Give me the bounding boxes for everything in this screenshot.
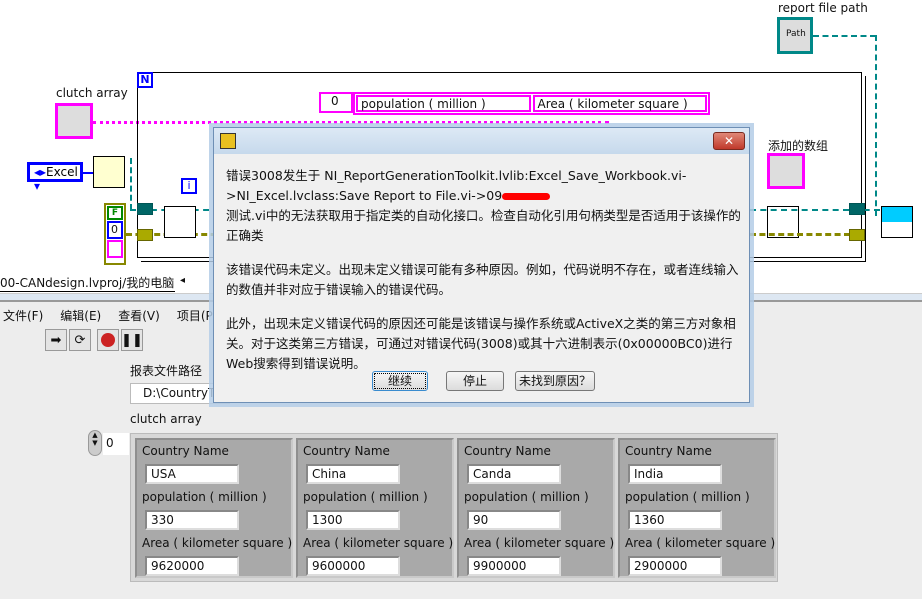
country-name-label: Country Name [464, 444, 551, 458]
wire [813, 35, 876, 37]
close-icon[interactable]: ✕ [713, 132, 745, 150]
not-found-button[interactable]: 未找到原因？ [515, 371, 595, 391]
bool-constant[interactable]: F [107, 206, 123, 220]
population-label: population ( million ) [625, 490, 750, 504]
string-constant[interactable] [107, 240, 123, 258]
error-message: 错误3008发生于 NI_ReportGenerationToolkit.lvl… [226, 166, 746, 374]
menu-file[interactable]: 文件(F) [0, 304, 51, 324]
country-name-field[interactable]: India [628, 464, 722, 484]
loop-count-terminal[interactable]: N [137, 72, 153, 88]
new-report-icon[interactable] [93, 156, 125, 188]
excel-enum-constant[interactable]: ◂▸Excel ▾ [27, 162, 83, 193]
country-name-label: Country Name [142, 444, 229, 458]
project-path: 00-CANdesign.lvproj/我的电脑 [0, 276, 175, 292]
wire [750, 233, 850, 236]
clutch-array: Country Name USA population ( million ) … [130, 433, 778, 582]
header-cell[interactable]: Area ( kilometer square ) [532, 95, 707, 112]
run-continuous-icon[interactable]: ⟳ [69, 329, 91, 351]
country-name-field[interactable]: China [306, 464, 400, 484]
population-label: population ( million ) [303, 490, 428, 504]
area-label: Area ( kilometer square ) [303, 536, 454, 550]
area-field[interactable]: 9620000 [145, 556, 239, 576]
population-label: population ( million ) [464, 490, 589, 504]
report-file-path-label: report file path [778, 1, 868, 15]
error-line: 错误3008发生于 NI_ReportGenerationToolkit.lvl… [226, 168, 687, 183]
redaction-mark [502, 193, 551, 200]
continue-button[interactable]: 继续 [372, 371, 428, 391]
array-index-field[interactable]: 0 [103, 433, 129, 455]
error-line: 测试.vi中的无法获取用于指定类的自动化接口。检查自动化引用句柄类型是否适用于该… [226, 208, 741, 243]
shift-register-right[interactable] [849, 229, 865, 241]
area-field[interactable]: 9600000 [306, 556, 400, 576]
country-name-field[interactable]: USA [145, 464, 239, 484]
country-name-field[interactable]: Canda [467, 464, 561, 484]
dialog-titlebar: ✕ [214, 128, 749, 154]
cluster-element: Country Name Canda population ( million … [457, 438, 615, 578]
error-dialog: ✕ 错误3008发生于 NI_ReportGenerationToolkit.l… [213, 127, 750, 403]
pause-icon[interactable]: ❚❚ [121, 329, 143, 351]
area-label: Area ( kilometer square ) [625, 536, 776, 550]
clutch-array-label: clutch array [56, 86, 128, 100]
population-field[interactable]: 330 [145, 510, 239, 530]
save-report-icon[interactable] [881, 206, 913, 238]
menu-edit[interactable]: 编辑(E) [57, 304, 109, 324]
shift-register-right[interactable] [849, 203, 865, 215]
wire [875, 35, 877, 216]
header-cell[interactable]: population ( million ) [356, 95, 531, 112]
shift-register-left[interactable] [137, 203, 153, 215]
abort-icon[interactable] [97, 329, 119, 351]
header-array-index[interactable]: 0 [319, 92, 353, 113]
cluster-element: Country Name India population ( million … [618, 438, 776, 578]
run-arrow-icon[interactable]: ➡ [45, 329, 67, 351]
wire [83, 172, 93, 174]
labview-icon [220, 133, 236, 149]
country-name-label: Country Name [303, 444, 390, 458]
report-path-label: 报表文件路径 [130, 364, 203, 378]
area-field[interactable]: 9900000 [467, 556, 561, 576]
toolbar: ➡ ⟳ ❚❚ [45, 329, 143, 351]
report-file-path-terminal[interactable]: Path [777, 17, 813, 54]
stop-button[interactable]: 停止 [446, 371, 504, 391]
population-field[interactable]: 1360 [628, 510, 722, 530]
error-line: >NI_Excel.lvclass:Save Report to File.vi… [226, 186, 746, 206]
error-thirdparty-note: 此外，出现未定义错误代码的原因还可能是该错误与操作系统或ActiveX之类的第三… [226, 316, 736, 371]
numeric-constant[interactable]: 0 [107, 221, 123, 239]
menu-view[interactable]: 查看(V) [115, 304, 168, 324]
error-explanation: 该错误代码未定义。出现未定义错误可能有多种原因。例如，代码说明不存在，或者连线输… [226, 262, 739, 297]
added-array-indicator[interactable] [767, 153, 805, 189]
area-field[interactable]: 2900000 [628, 556, 722, 576]
array-index-stepper[interactable]: ▲ ▼ [88, 430, 102, 456]
population-field[interactable]: 90 [467, 510, 561, 530]
clutch-array-label: clutch array [130, 412, 202, 426]
wire [130, 158, 132, 210]
cluster-element: Country Name USA population ( million ) … [135, 438, 293, 578]
header-array-constant[interactable]: population ( million ) Area ( kilometer … [353, 92, 710, 115]
country-name-label: Country Name [625, 444, 712, 458]
clutch-array-terminal[interactable] [55, 103, 93, 139]
cluster-constant[interactable]: F 0 [104, 203, 126, 265]
population-field[interactable]: 1300 [306, 510, 400, 530]
area-label: Area ( kilometer square ) [464, 536, 615, 550]
added-array-label: 添加的数组 [768, 139, 829, 153]
cluster-element: Country Name China population ( million … [296, 438, 454, 578]
excel-insert-table-icon[interactable] [164, 206, 196, 238]
population-label: population ( million ) [142, 490, 267, 504]
loop-index-terminal: i [181, 178, 197, 194]
area-label: Area ( kilometer square ) [142, 536, 293, 550]
shift-register-left[interactable] [137, 229, 153, 241]
